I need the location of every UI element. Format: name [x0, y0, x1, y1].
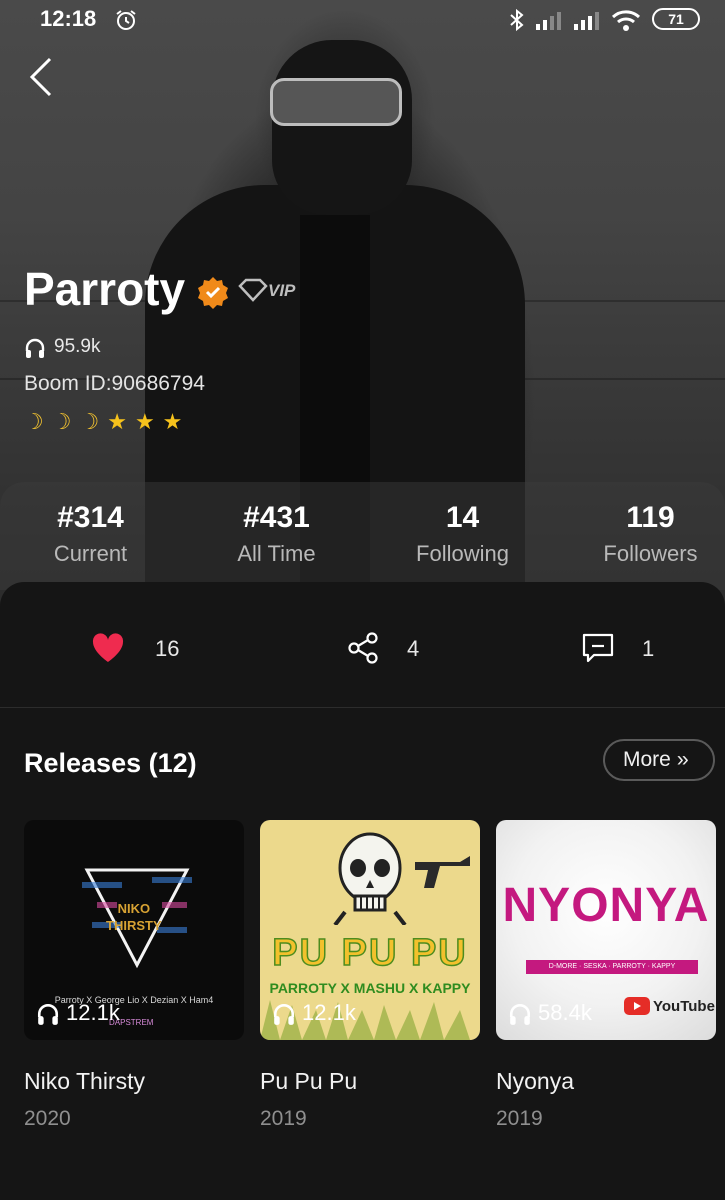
artist-figure-head	[272, 40, 412, 215]
comment-icon	[582, 633, 614, 663]
releases-heading: Releases (12)	[24, 748, 197, 778]
stat-value: 14	[445, 501, 480, 534]
release-play-count: 58.4k	[538, 1000, 592, 1025]
stat-label: Following	[416, 541, 509, 566]
moon-icon: ☽	[51, 409, 72, 434]
stat-value: #314	[57, 501, 124, 534]
stat-label: Followers	[603, 541, 698, 566]
engagement-actions: 16 4 1	[0, 582, 725, 708]
comment-count: 1	[642, 636, 655, 661]
stat-current[interactable]: #314 Current	[0, 482, 181, 567]
skull-art	[333, 832, 407, 925]
alarm-icon	[116, 10, 136, 30]
artist-figure-goggles	[270, 78, 402, 126]
plays-count: 95.9k	[54, 336, 101, 357]
cover-art-line: THIRSTY	[106, 918, 162, 933]
release-cover[interactable]: NYONYA D-MORE · SESKA · PARROTY · KAPPY …	[496, 820, 716, 1040]
headphones-icon	[509, 1003, 531, 1025]
star-icon: ★	[134, 409, 155, 434]
verified-badge-icon	[198, 277, 228, 309]
gun-art	[415, 856, 470, 888]
stat-following[interactable]: 14 Following	[372, 482, 553, 567]
double-chevron-right-icon: ››	[676, 748, 689, 771]
wifi-icon	[611, 10, 641, 31]
release-title: Pu Pu Pu	[260, 1068, 358, 1094]
battery-indicator: 71	[652, 8, 700, 30]
boom-id: Boom ID:90686794	[24, 372, 205, 395]
release-cover[interactable]: PU PU PU PARROTY X MASHU X KAPPY 12.1k	[260, 820, 480, 1040]
release-play-count: 12.1k	[66, 1000, 120, 1025]
artist-name: Parroty	[24, 263, 186, 315]
cover-art-credit: PARROTY X MASHU X KAPPY	[269, 980, 471, 996]
headphones-icon	[273, 1003, 295, 1025]
stats-bar: #314 Current #431 All Time 14 Following …	[0, 482, 725, 590]
moon-icon: ☽	[24, 409, 44, 434]
release-card[interactable]: NYONYA D-MORE · SESKA · PARROTY · KAPPY …	[496, 820, 716, 1131]
release-title: Nyonya	[496, 1068, 574, 1094]
cover-art-credit: D-MORE · SESKA · PARROTY · KAPPY	[526, 960, 698, 974]
vip-label: VIP	[268, 281, 296, 300]
release-year: 2020	[24, 1107, 71, 1130]
star-icon: ★	[107, 409, 127, 434]
release-year: 2019	[496, 1107, 543, 1130]
status-bar: 12:18 71	[0, 0, 725, 40]
bluetooth-icon	[510, 8, 524, 32]
vip-badge: VIP	[236, 278, 306, 304]
more-label: More	[623, 748, 671, 771]
stat-followers[interactable]: 119 Followers	[560, 482, 725, 567]
main-panel: 16 4 1 Releases (12) More ›› NIKO THIRST…	[0, 582, 725, 1200]
back-arrow-icon[interactable]	[24, 55, 58, 99]
stat-value: #431	[243, 501, 310, 534]
headphones-icon	[25, 338, 45, 358]
cover-art-text: NIKO THIRSTY	[106, 900, 162, 934]
stat-label: Current	[53, 541, 128, 566]
cover-art-text: NYONYA	[502, 879, 710, 932]
comment-button[interactable]: 1	[580, 628, 670, 668]
youtube-icon	[624, 997, 650, 1015]
diamond-icon	[238, 278, 268, 302]
moon-icon: ☽	[79, 409, 100, 434]
release-play-count: 12.1k	[302, 1000, 356, 1025]
star-icon: ★	[162, 409, 183, 434]
cover-art-line: NIKO	[117, 901, 151, 916]
heart-icon	[92, 633, 124, 662]
share-button[interactable]: 4	[345, 628, 445, 668]
youtube-label: YouTube	[653, 997, 715, 1015]
stat-value: 119	[626, 501, 675, 534]
cover-art-text: PU PU PU	[272, 931, 468, 975]
more-releases-button[interactable]: More ››	[603, 739, 715, 781]
youtube-badge: YouTube	[624, 996, 715, 1016]
headphones-icon	[37, 1003, 59, 1025]
artist-rating: ☽ ☽ ☽ ★ ★ ★	[24, 408, 182, 438]
release-title: Niko Thirsty	[24, 1068, 145, 1094]
signal-icon	[574, 12, 599, 30]
stat-label: All Time	[237, 541, 316, 566]
status-time: 12:18	[40, 6, 97, 31]
release-card[interactable]: PU PU PU PARROTY X MASHU X KAPPY 12.1k P…	[260, 820, 480, 1131]
like-button[interactable]: 16	[90, 628, 200, 668]
release-cover[interactable]: NIKO THIRSTY Parroty X George Lio X Dezi…	[24, 820, 244, 1040]
signal-icon	[536, 12, 561, 30]
share-count: 4	[407, 636, 420, 661]
share-icon	[348, 632, 378, 664]
release-card[interactable]: NIKO THIRSTY Parroty X George Lio X Dezi…	[24, 820, 244, 1131]
release-year: 2019	[260, 1107, 307, 1130]
stat-all-time[interactable]: #431 All Time	[186, 482, 367, 567]
like-count: 16	[155, 636, 180, 661]
